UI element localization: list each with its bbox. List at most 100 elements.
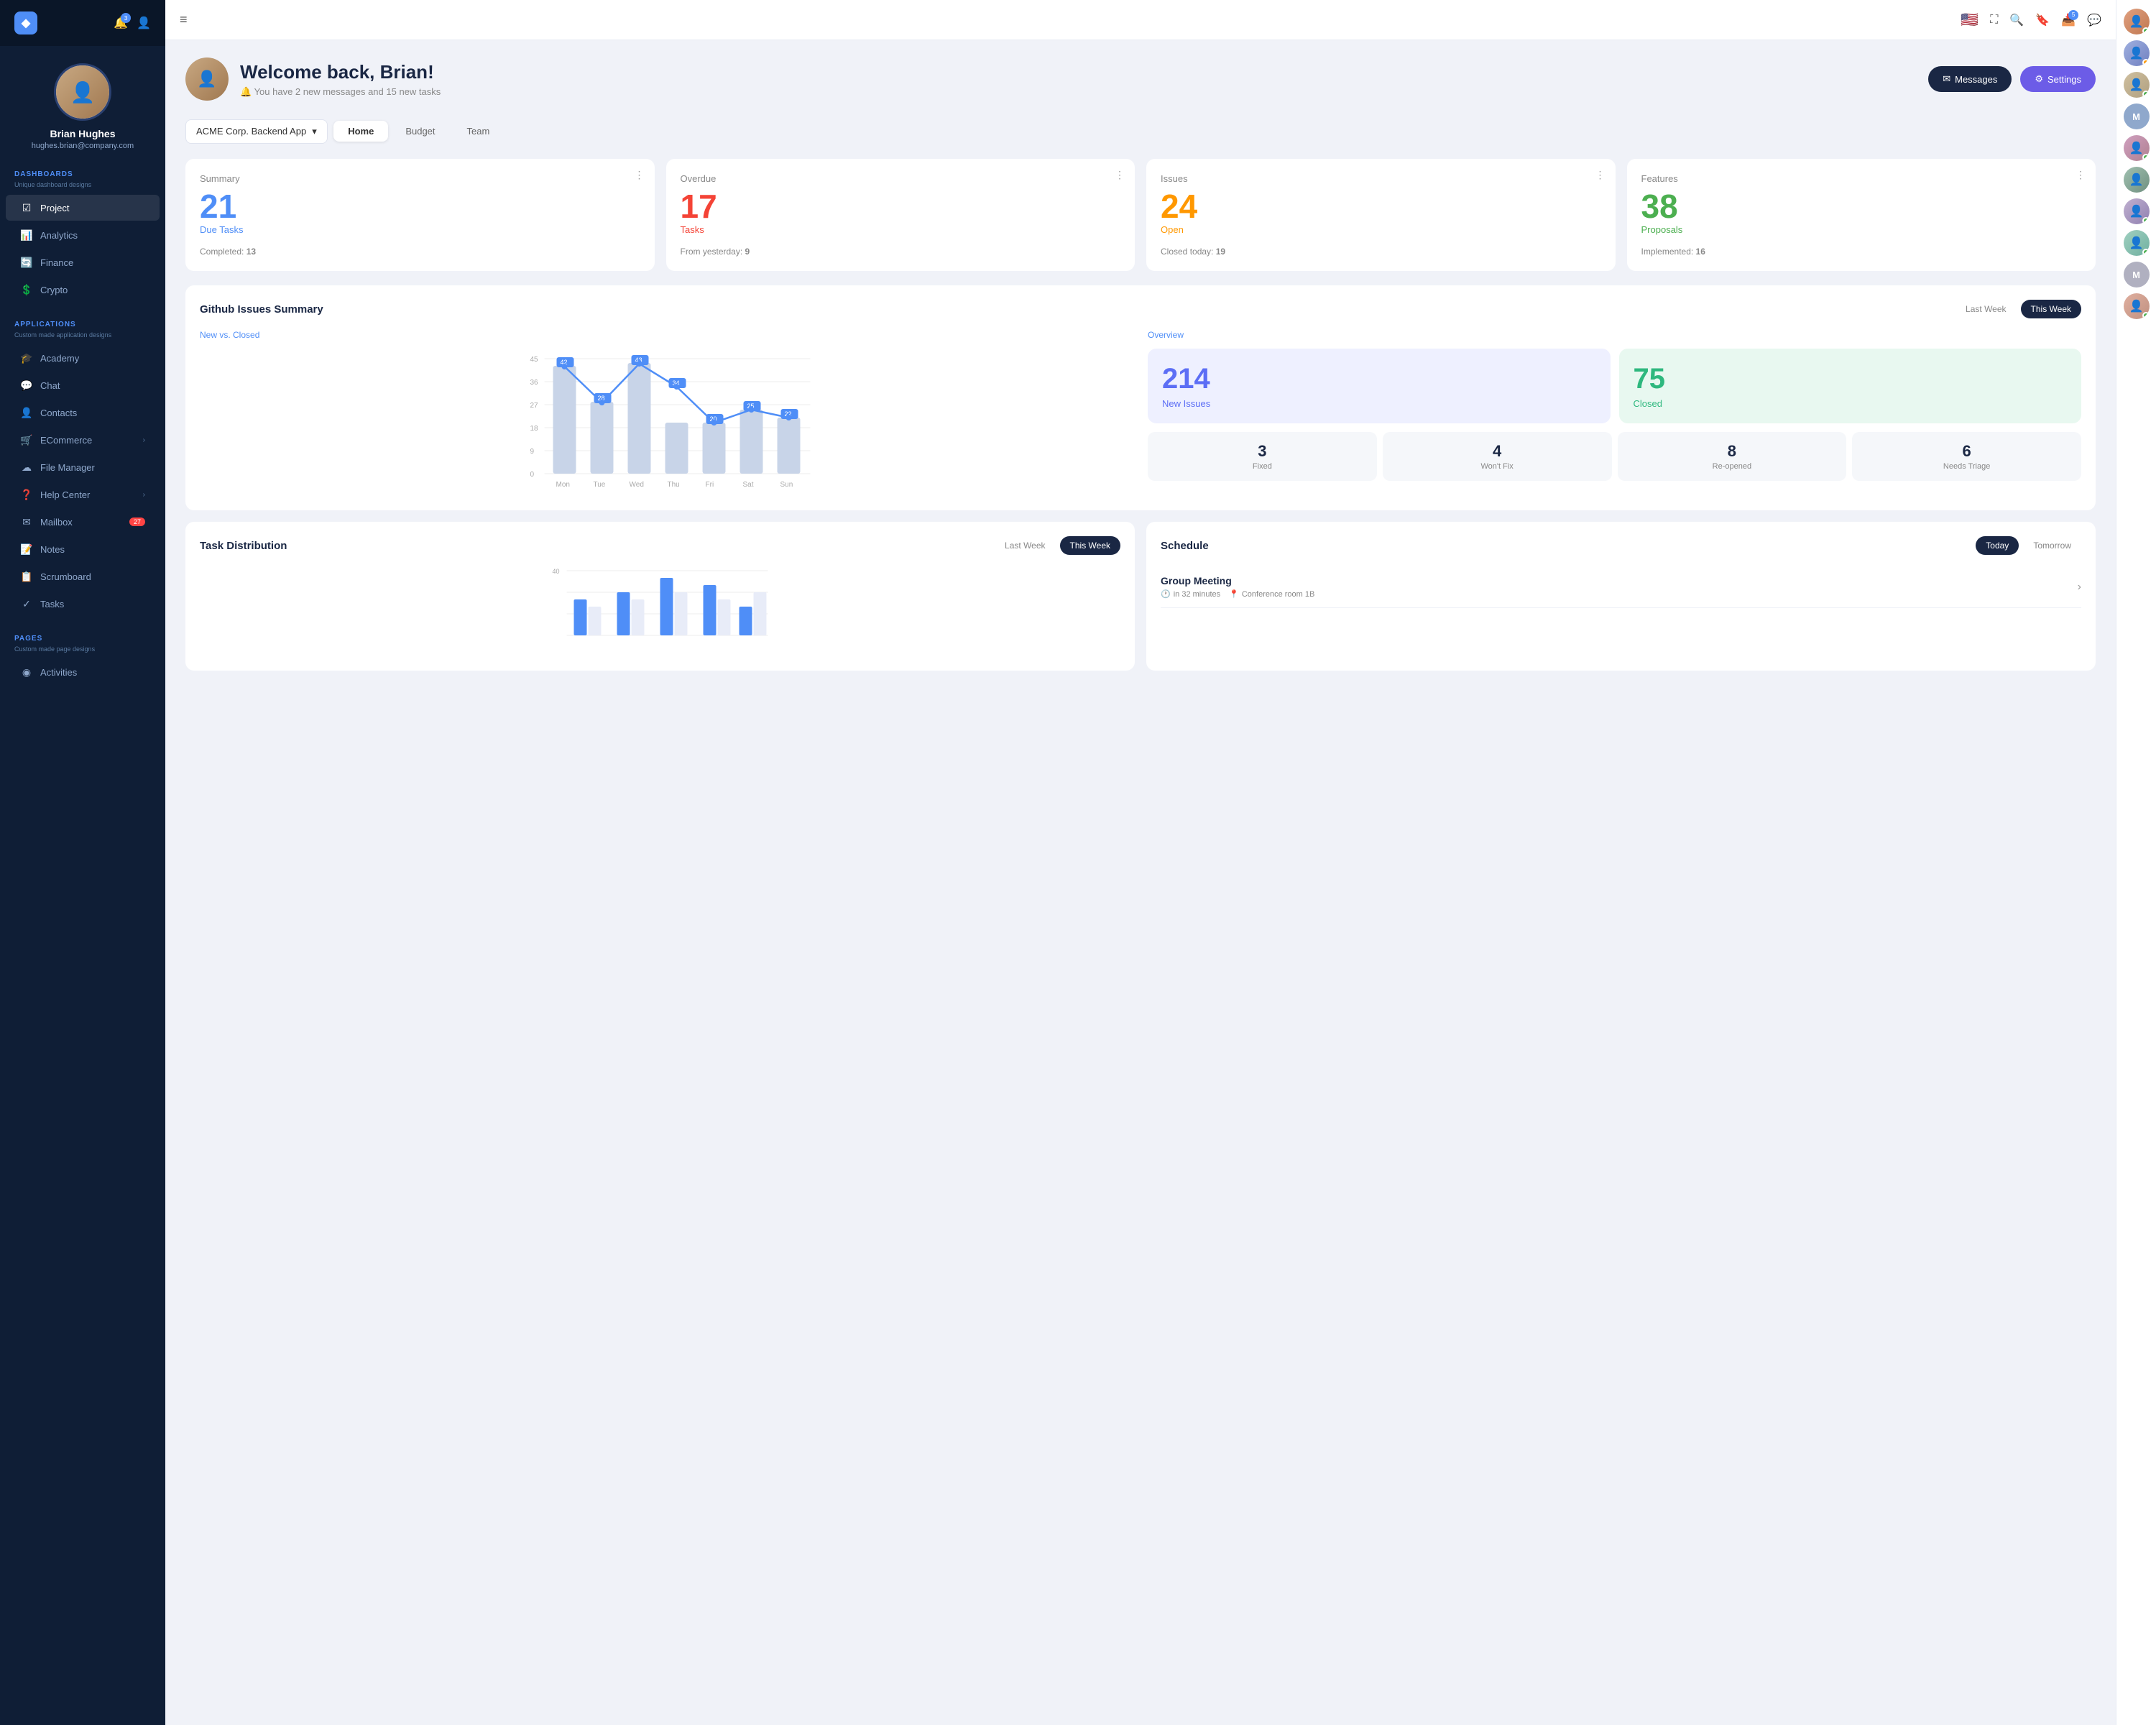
schedule-item-info: Group Meeting 🕐 in 32 minutes 📍 Conferen… — [1161, 575, 1314, 599]
stat-card-menu-overdue[interactable]: ⋮ — [1115, 169, 1125, 181]
chat-bubble-icon[interactable]: 💬 — [2087, 13, 2101, 27]
sidebar-item-label: Finance — [40, 257, 73, 268]
schedule-meta: 🕐 in 32 minutes 📍 Conference room 1B — [1161, 589, 1314, 599]
svg-text:Mon: Mon — [556, 481, 570, 489]
chevron-right-icon-2: › — [143, 491, 145, 499]
contacts-icon: 👤 — [20, 406, 33, 419]
tab-home[interactable]: Home — [333, 121, 388, 142]
online-badge-3 — [2142, 91, 2150, 98]
this-week-btn[interactable]: This Week — [2021, 300, 2081, 318]
rp-avatar-1[interactable]: 👤 — [2124, 9, 2150, 34]
rp-avatar-3[interactable]: 👤 — [2124, 72, 2150, 98]
last-week-btn[interactable]: Last Week — [1955, 300, 2016, 318]
profile-section: 👤 Brian Hughes hughes.brian@company.com — [0, 46, 165, 162]
stat-card-menu-features[interactable]: ⋮ — [2076, 169, 2086, 181]
new-issues-number: 214 — [1162, 363, 1596, 395]
project-selector[interactable]: ACME Corp. Backend App ▾ — [185, 119, 328, 144]
rp-avatar-6[interactable]: 👤 — [2124, 198, 2150, 224]
sidebar-item-scrumboard[interactable]: 📋 Scrumboard — [6, 564, 160, 589]
sidebar-item-academy[interactable]: 🎓 Academy — [6, 345, 160, 371]
inbox-icon[interactable]: 📥 5 — [2061, 13, 2076, 27]
stat-card-menu-summary[interactable]: ⋮ — [635, 169, 645, 181]
flag-icon[interactable]: 🇺🇸 — [1961, 11, 1978, 29]
sidebar-item-finance[interactable]: 🔄 Finance — [6, 249, 160, 275]
user-icon[interactable]: 👤 — [137, 16, 151, 30]
sidebar-item-notes[interactable]: 📝 Notes — [6, 536, 160, 562]
svg-text:45: 45 — [530, 356, 539, 364]
search-icon[interactable]: 🔍 — [2009, 13, 2024, 27]
task-bar-chart: 40 — [200, 566, 1120, 653]
svg-text:40: 40 — [553, 568, 560, 575]
stat-card-overdue: ⋮ Overdue 17 Tasks From yesterday: 9 — [666, 159, 1135, 271]
tab-team[interactable]: Team — [453, 121, 505, 142]
closed-number: 75 — [1634, 363, 2068, 395]
sidebar-item-label: Activities — [40, 667, 77, 678]
bottom-row: Task Distribution Last Week This Week 40 — [185, 522, 2096, 671]
sidebar-item-ecommerce[interactable]: 🛒 ECommerce › — [6, 427, 160, 453]
notification-icon[interactable]: 🔔 3 — [114, 16, 128, 30]
sidebar-item-contacts[interactable]: 👤 Contacts — [6, 400, 160, 426]
sidebar-item-label: Chat — [40, 380, 60, 391]
sidebar-item-crypto[interactable]: 💲 Crypto — [6, 277, 160, 303]
rp-avatar-2[interactable]: 👤 — [2124, 40, 2150, 66]
sidebar-item-label: Tasks — [40, 599, 64, 610]
rp-avatar-5[interactable]: 👤 — [2124, 167, 2150, 193]
finance-icon: 🔄 — [20, 256, 33, 269]
svg-text:9: 9 — [530, 448, 535, 456]
sidebar-item-project[interactable]: ☑ Project — [6, 195, 160, 221]
tab-budget[interactable]: Budget — [391, 121, 449, 142]
sidebar-top: ◆ 🔔 3 👤 — [0, 0, 165, 46]
stat-card-menu-issues[interactable]: ⋮ — [1595, 169, 1606, 181]
sidebar-item-label: Help Center — [40, 489, 90, 500]
svg-text:Wed: Wed — [630, 481, 644, 489]
task-last-week-btn[interactable]: Last Week — [995, 536, 1055, 555]
new-issues-label: New Issues — [1162, 398, 1596, 409]
bookmark-icon[interactable]: 🔖 — [2035, 13, 2050, 27]
messages-button[interactable]: ✉ Messages — [1928, 66, 2012, 92]
sidebar-item-file-manager[interactable]: ☁ File Manager — [6, 454, 160, 480]
stat-number-summary: 21 — [200, 190, 640, 223]
sidebar-item-tasks[interactable]: ✓ Tasks — [6, 591, 160, 617]
sidebar-item-label: Crypto — [40, 285, 68, 295]
project-icon: ☑ — [20, 201, 33, 214]
tomorrow-btn[interactable]: Tomorrow — [2023, 536, 2081, 555]
stat-number-issues: 24 — [1161, 190, 1601, 223]
user-avatar[interactable]: 👤 — [54, 63, 111, 121]
stat-card-issues: ⋮ Issues 24 Open Closed today: 19 — [1146, 159, 1616, 271]
online-badge-7 — [2142, 312, 2150, 319]
clock-icon: 🕐 — [1161, 589, 1171, 599]
sidebar-item-activities[interactable]: ◉ Activities — [6, 659, 160, 685]
sidebar-top-icons: 🔔 3 👤 — [114, 16, 151, 30]
rp-avatar-m1[interactable]: M — [2124, 104, 2150, 129]
stat-number-features: 38 — [1641, 190, 2082, 223]
sidebar-item-analytics[interactable]: 📊 Analytics — [6, 222, 160, 248]
app-logo[interactable]: ◆ — [14, 12, 37, 34]
stat-label-summary: Due Tasks — [200, 224, 640, 235]
task-this-week-btn[interactable]: This Week — [1060, 536, 1120, 555]
github-svg-chart: 45 36 27 18 9 0 — [200, 349, 1133, 492]
rp-avatar-7[interactable]: 👤 — [2124, 230, 2150, 256]
sidebar-item-label: Analytics — [40, 230, 78, 241]
project-selector-label: ACME Corp. Backend App — [196, 126, 306, 137]
applications-label: APPLICATIONS — [0, 312, 165, 331]
rp-avatar-8[interactable]: 👤 — [2124, 293, 2150, 319]
today-btn[interactable]: Today — [1976, 536, 2019, 555]
new-issues-card: 214 New Issues — [1148, 349, 1611, 423]
rp-avatar-4[interactable]: 👤 — [2124, 135, 2150, 161]
sidebar-item-chat[interactable]: 💬 Chat — [6, 372, 160, 398]
triage-num: 6 — [1859, 442, 2074, 461]
settings-button[interactable]: ⚙ Settings — [2020, 66, 2096, 92]
expand-icon[interactable]: ⛶ — [1990, 14, 1998, 27]
chevron-down-icon: ▾ — [312, 126, 317, 137]
hamburger-icon[interactable]: ≡ — [180, 12, 188, 27]
rp-avatar-m2[interactable]: M — [2124, 262, 2150, 288]
sidebar-item-help-center[interactable]: ❓ Help Center › — [6, 482, 160, 507]
schedule-arrow-icon[interactable]: › — [2078, 581, 2081, 594]
svg-text:36: 36 — [530, 379, 539, 387]
sidebar-item-mailbox[interactable]: ✉ Mailbox 27 — [6, 509, 160, 535]
task-distribution-header: Task Distribution Last Week This Week — [200, 536, 1120, 555]
fixed-label: Fixed — [1155, 462, 1370, 471]
github-week-selector: Last Week This Week — [1955, 300, 2081, 318]
task-distribution-card: Task Distribution Last Week This Week 40 — [185, 522, 1135, 671]
help-icon: ❓ — [20, 488, 33, 501]
